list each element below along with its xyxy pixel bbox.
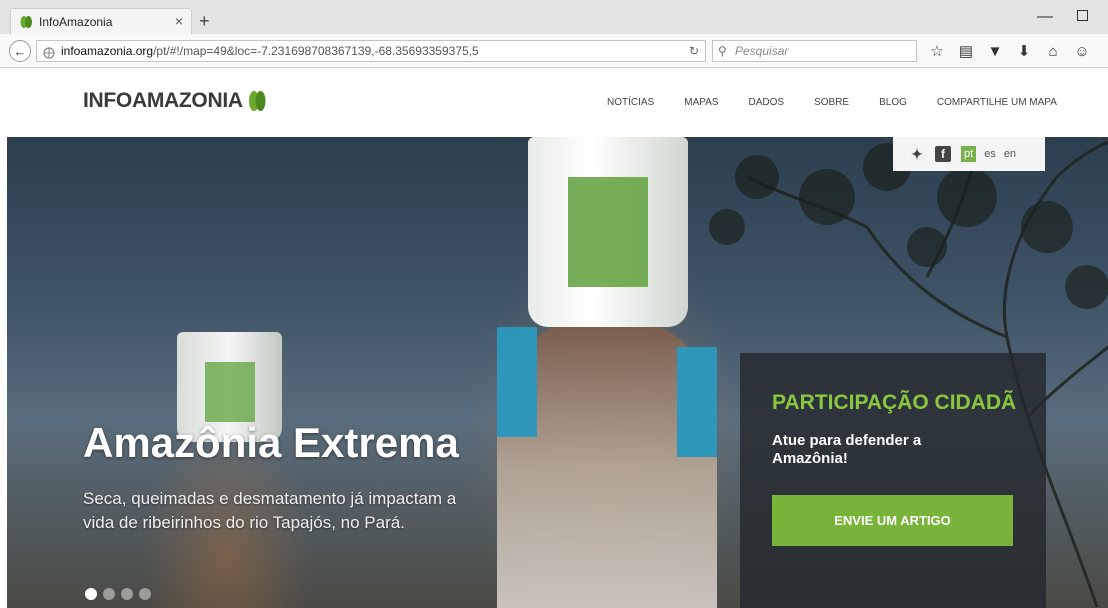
browser-navigation-bar: ← infoamazonia.org/pt/#!/map=49&loc=-7.2…: [0, 34, 1108, 68]
language-pt[interactable]: pt: [961, 146, 977, 162]
social-language-bar: ✦ f pt es en: [893, 137, 1045, 171]
pocket-icon[interactable]: ▼: [986, 42, 1004, 60]
site-info-icon[interactable]: [43, 45, 55, 59]
restore-window-icon[interactable]: [1077, 10, 1088, 21]
new-tab-button[interactable]: +: [199, 11, 210, 32]
main-navigation: NOTÍCIAS MAPAS DADOS SOBRE BLOG COMPARTI…: [607, 97, 1057, 108]
reload-icon[interactable]: ↻: [689, 41, 699, 61]
leaf-logo-icon: [248, 91, 266, 111]
download-icon[interactable]: ⬇: [1015, 42, 1033, 60]
url-path: /pt/#!/map=49&loc=-7.231698708367139,-68…: [153, 44, 479, 58]
facebook-icon[interactable]: f: [935, 146, 951, 162]
hero-title[interactable]: Amazônia Extrema: [83, 419, 459, 467]
panel-title: PARTICIPAÇÃO CIDADÃ: [772, 391, 1017, 414]
nav-sobre[interactable]: SOBRE: [814, 97, 849, 108]
url-domain: infoamazonia.org: [61, 44, 154, 58]
panel-subtitle: Atue para defender a Amazônia!: [772, 432, 922, 467]
carousel-dot[interactable]: [103, 588, 115, 600]
toolbar-icons: ☆ ▤ ▼ ⬇ ⌂ ☺: [928, 42, 1091, 61]
carousel-dot[interactable]: [85, 588, 97, 600]
carousel-dots: [85, 588, 151, 600]
search-icon: ⚲: [718, 44, 727, 58]
minimize-icon[interactable]: —: [1037, 8, 1053, 26]
reading-list-icon[interactable]: ▤: [957, 42, 975, 60]
nav-dados[interactable]: DADOS: [749, 97, 785, 108]
carousel-dot[interactable]: [121, 588, 133, 600]
participation-panel: PARTICIPAÇÃO CIDADÃ Atue para defender a…: [740, 353, 1046, 608]
nav-mapas[interactable]: MAPAS: [684, 97, 718, 108]
woman-image: [497, 317, 717, 608]
carousel-dot[interactable]: [139, 588, 151, 600]
browser-tab-strip: InfoAmazonia × + —: [0, 0, 1108, 34]
url-bar[interactable]: infoamazonia.org/pt/#!/map=49&loc=-7.231…: [36, 40, 706, 62]
language-en[interactable]: en: [1004, 148, 1016, 160]
nav-blog[interactable]: BLOG: [879, 97, 907, 108]
search-placeholder: Pesquisar: [735, 44, 789, 58]
nav-compartilhe-um-mapa[interactable]: COMPARTILHE UM MAPA: [937, 97, 1057, 108]
back-button[interactable]: ←: [9, 40, 31, 62]
twitter-icon[interactable]: ✦: [909, 146, 925, 162]
search-input[interactable]: ⚲ Pesquisar: [712, 40, 917, 62]
star-icon[interactable]: ☆: [928, 42, 946, 60]
tab-close-icon[interactable]: ×: [175, 13, 183, 29]
site-header: INFOAMAZONIA NOTÍCIAS MAPAS DADOS SOBRE …: [0, 69, 1108, 137]
bucket-image: [528, 137, 688, 327]
site-logo[interactable]: INFOAMAZONIA: [83, 89, 267, 113]
emoji-icon[interactable]: ☺: [1073, 42, 1091, 60]
browser-tab[interactable]: InfoAmazonia ×: [10, 8, 192, 34]
tab-title: InfoAmazonia: [39, 14, 113, 29]
leaf-favicon-icon: [19, 15, 33, 29]
nav-noticias[interactable]: NOTÍCIAS: [607, 97, 654, 108]
hero-subtitle: Seca, queimadas e desmatamento já impact…: [83, 489, 457, 532]
language-es[interactable]: es: [984, 148, 996, 160]
hero-banner: ✦ f pt es en Amazônia Extrema Seca, quei…: [7, 137, 1108, 608]
home-icon[interactable]: ⌂: [1044, 42, 1062, 60]
logo-text: INFOAMAZONIA: [83, 89, 243, 112]
submit-article-button[interactable]: ENVIE UM ARTIGO: [772, 495, 1013, 546]
